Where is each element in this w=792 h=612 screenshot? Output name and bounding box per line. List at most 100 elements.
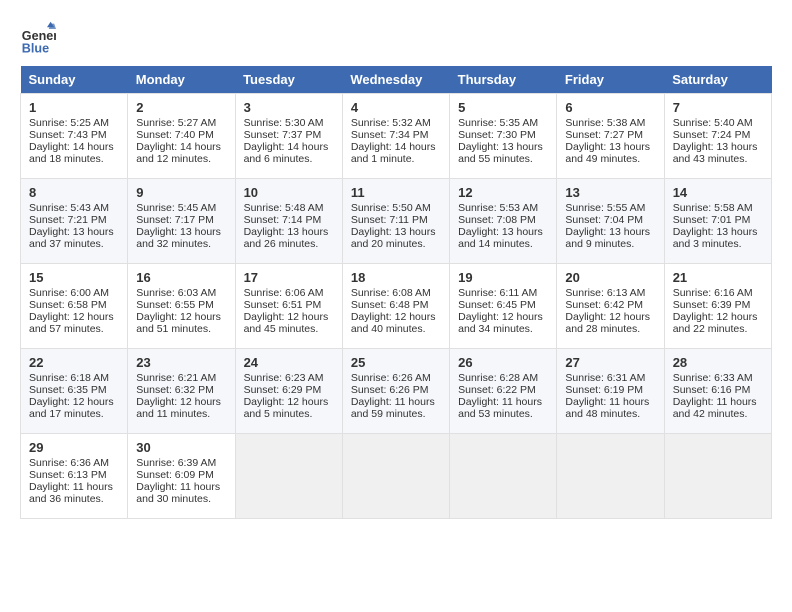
sunset-text: Sunset: 7:14 PM — [244, 214, 322, 226]
sunset-text: Sunset: 6:26 PM — [351, 384, 429, 396]
day-number: 25 — [351, 355, 441, 370]
sunrise-text: Sunrise: 5:27 AM — [136, 117, 216, 129]
daylight-text: Daylight: 14 hours and 6 minutes. — [244, 141, 329, 165]
calendar-cell: 2Sunrise: 5:27 AMSunset: 7:40 PMDaylight… — [128, 94, 235, 179]
daylight-text: Daylight: 13 hours and 9 minutes. — [565, 226, 650, 250]
sunrise-text: Sunrise: 6:28 AM — [458, 372, 538, 384]
calendar-header-thursday: Thursday — [450, 66, 557, 94]
calendar-cell: 19Sunrise: 6:11 AMSunset: 6:45 PMDayligh… — [450, 264, 557, 349]
daylight-text: Daylight: 13 hours and 37 minutes. — [29, 226, 114, 250]
daylight-text: Daylight: 11 hours and 48 minutes. — [565, 396, 649, 420]
sunrise-text: Sunrise: 5:48 AM — [244, 202, 324, 214]
calendar-cell: 6Sunrise: 5:38 AMSunset: 7:27 PMDaylight… — [557, 94, 664, 179]
sunrise-text: Sunrise: 6:11 AM — [458, 287, 537, 299]
daylight-text: Daylight: 12 hours and 57 minutes. — [29, 311, 114, 335]
day-number: 3 — [244, 100, 334, 115]
daylight-text: Daylight: 11 hours and 30 minutes. — [136, 481, 220, 505]
sunrise-text: Sunrise: 6:36 AM — [29, 457, 109, 469]
sunset-text: Sunset: 6:48 PM — [351, 299, 429, 311]
calendar-week-row: 29Sunrise: 6:36 AMSunset: 6:13 PMDayligh… — [21, 434, 772, 519]
day-number: 24 — [244, 355, 334, 370]
daylight-text: Daylight: 13 hours and 49 minutes. — [565, 141, 650, 165]
day-number: 9 — [136, 185, 226, 200]
calendar-cell: 8Sunrise: 5:43 AMSunset: 7:21 PMDaylight… — [21, 179, 128, 264]
sunset-text: Sunset: 7:24 PM — [673, 129, 751, 141]
sunrise-text: Sunrise: 5:25 AM — [29, 117, 109, 129]
sunset-text: Sunset: 7:34 PM — [351, 129, 429, 141]
sunrise-text: Sunrise: 5:30 AM — [244, 117, 324, 129]
sunrise-text: Sunrise: 6:31 AM — [565, 372, 645, 384]
calendar-header-tuesday: Tuesday — [235, 66, 342, 94]
calendar-cell: 26Sunrise: 6:28 AMSunset: 6:22 PMDayligh… — [450, 349, 557, 434]
sunset-text: Sunset: 7:30 PM — [458, 129, 536, 141]
daylight-text: Daylight: 13 hours and 14 minutes. — [458, 226, 543, 250]
day-number: 23 — [136, 355, 226, 370]
sunset-text: Sunset: 7:08 PM — [458, 214, 536, 226]
daylight-text: Daylight: 12 hours and 5 minutes. — [244, 396, 329, 420]
day-number: 2 — [136, 100, 226, 115]
calendar-cell: 3Sunrise: 5:30 AMSunset: 7:37 PMDaylight… — [235, 94, 342, 179]
day-number: 14 — [673, 185, 763, 200]
calendar-week-row: 15Sunrise: 6:00 AMSunset: 6:58 PMDayligh… — [21, 264, 772, 349]
calendar-header-wednesday: Wednesday — [342, 66, 449, 94]
daylight-text: Daylight: 13 hours and 26 minutes. — [244, 226, 329, 250]
daylight-text: Daylight: 11 hours and 53 minutes. — [458, 396, 542, 420]
calendar-body: 1Sunrise: 5:25 AMSunset: 7:43 PMDaylight… — [21, 94, 772, 519]
day-number: 19 — [458, 270, 548, 285]
daylight-text: Daylight: 11 hours and 59 minutes. — [351, 396, 435, 420]
calendar-cell: 4Sunrise: 5:32 AMSunset: 7:34 PMDaylight… — [342, 94, 449, 179]
calendar-cell — [664, 434, 771, 519]
sunset-text: Sunset: 6:19 PM — [565, 384, 643, 396]
sunset-text: Sunset: 6:58 PM — [29, 299, 107, 311]
calendar-header-friday: Friday — [557, 66, 664, 94]
sunset-text: Sunset: 6:51 PM — [244, 299, 322, 311]
daylight-text: Daylight: 14 hours and 18 minutes. — [29, 141, 114, 165]
calendar-cell: 21Sunrise: 6:16 AMSunset: 6:39 PMDayligh… — [664, 264, 771, 349]
sunrise-text: Sunrise: 5:50 AM — [351, 202, 431, 214]
sunrise-text: Sunrise: 6:00 AM — [29, 287, 109, 299]
sunrise-text: Sunrise: 6:39 AM — [136, 457, 216, 469]
calendar-cell: 23Sunrise: 6:21 AMSunset: 6:32 PMDayligh… — [128, 349, 235, 434]
calendar-cell: 16Sunrise: 6:03 AMSunset: 6:55 PMDayligh… — [128, 264, 235, 349]
logo-icon: General Blue — [20, 20, 56, 56]
daylight-text: Daylight: 13 hours and 20 minutes. — [351, 226, 436, 250]
calendar-header-sunday: Sunday — [21, 66, 128, 94]
calendar-cell: 22Sunrise: 6:18 AMSunset: 6:35 PMDayligh… — [21, 349, 128, 434]
calendar-cell: 15Sunrise: 6:00 AMSunset: 6:58 PMDayligh… — [21, 264, 128, 349]
sunrise-text: Sunrise: 5:32 AM — [351, 117, 431, 129]
calendar-cell: 30 Sunrise: 6:39 AMSunset: 6:09 PMDayligh… — [128, 434, 235, 519]
calendar-cell: 7Sunrise: 5:40 AMSunset: 7:24 PMDaylight… — [664, 94, 771, 179]
sunrise-text: Sunrise: 5:45 AM — [136, 202, 216, 214]
day-number: 11 — [351, 185, 441, 200]
calendar-header-row: SundayMondayTuesdayWednesdayThursdayFrid… — [21, 66, 772, 94]
day-number: 5 — [458, 100, 548, 115]
sunset-text: Sunset: 6:42 PM — [565, 299, 643, 311]
daylight-text: Daylight: 13 hours and 43 minutes. — [673, 141, 758, 165]
calendar-cell — [557, 434, 664, 519]
sunset-text: Sunset: 6:09 PM — [136, 469, 214, 481]
logo: General Blue — [20, 20, 56, 56]
daylight-text: Daylight: 12 hours and 11 minutes. — [136, 396, 221, 420]
sunset-text: Sunset: 7:21 PM — [29, 214, 107, 226]
calendar-cell: 14Sunrise: 5:58 AMSunset: 7:01 PMDayligh… — [664, 179, 771, 264]
calendar-cell — [235, 434, 342, 519]
daylight-text: Daylight: 13 hours and 55 minutes. — [458, 141, 543, 165]
day-number: 30 — [136, 440, 226, 455]
calendar-cell: 1Sunrise: 5:25 AMSunset: 7:43 PMDaylight… — [21, 94, 128, 179]
daylight-text: Daylight: 12 hours and 28 minutes. — [565, 311, 650, 335]
daylight-text: Daylight: 12 hours and 22 minutes. — [673, 311, 758, 335]
sunrise-text: Sunrise: 6:23 AM — [244, 372, 324, 384]
calendar-cell: 17Sunrise: 6:06 AMSunset: 6:51 PMDayligh… — [235, 264, 342, 349]
calendar-cell: 9Sunrise: 5:45 AMSunset: 7:17 PMDaylight… — [128, 179, 235, 264]
sunrise-text: Sunrise: 5:40 AM — [673, 117, 753, 129]
daylight-text: Daylight: 13 hours and 32 minutes. — [136, 226, 221, 250]
sunrise-text: Sunrise: 5:43 AM — [29, 202, 109, 214]
calendar-cell: 13Sunrise: 5:55 AMSunset: 7:04 PMDayligh… — [557, 179, 664, 264]
sunrise-text: Sunrise: 5:53 AM — [458, 202, 538, 214]
sunrise-text: Sunrise: 5:58 AM — [673, 202, 753, 214]
calendar-week-row: 1Sunrise: 5:25 AMSunset: 7:43 PMDaylight… — [21, 94, 772, 179]
sunrise-text: Sunrise: 6:26 AM — [351, 372, 431, 384]
sunrise-text: Sunrise: 5:38 AM — [565, 117, 645, 129]
day-number: 26 — [458, 355, 548, 370]
daylight-text: Daylight: 11 hours and 36 minutes. — [29, 481, 113, 505]
